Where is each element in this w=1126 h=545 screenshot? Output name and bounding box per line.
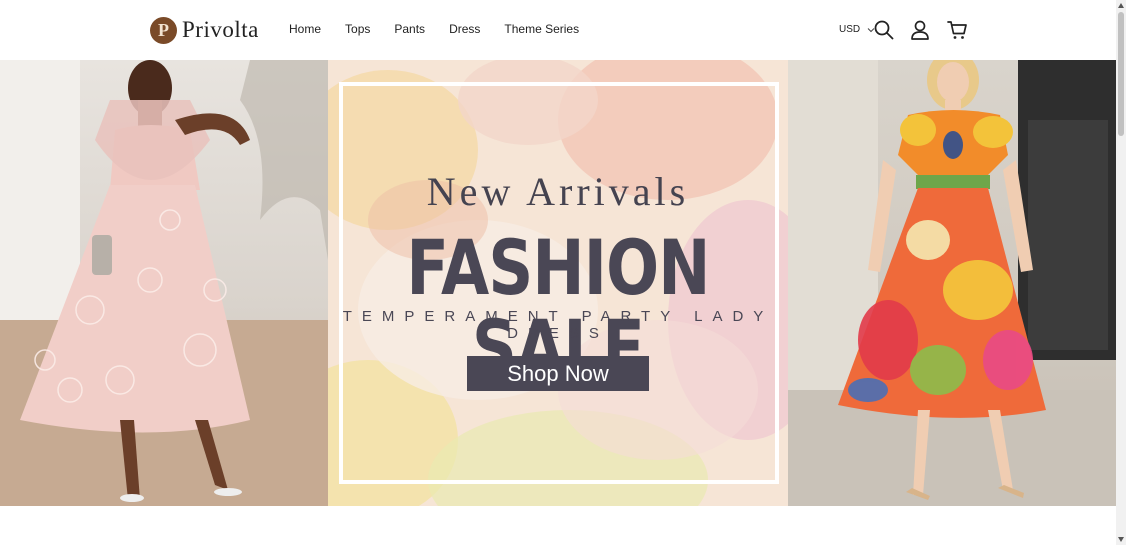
pink-dress-model-illustration	[0, 60, 328, 506]
hero-image-floral-dress[interactable]	[788, 60, 1116, 506]
scroll-up-icon[interactable]	[1118, 3, 1124, 8]
cart-icon[interactable]	[946, 19, 968, 41]
brand-name: Privolta	[182, 17, 259, 42]
nav-item-dress[interactable]: Dress	[449, 22, 480, 36]
floral-dress-model-illustration	[788, 60, 1116, 506]
main-nav: Home Tops Pants Dress Theme Series	[289, 22, 603, 36]
hero-heading: New Arrivals	[426, 169, 690, 214]
nav-item-home[interactable]: Home	[289, 22, 321, 36]
hero-image-pink-dress[interactable]	[0, 60, 328, 506]
nav-item-tops[interactable]: Tops	[345, 22, 370, 36]
page-scrollbar[interactable]	[1116, 0, 1126, 545]
logo-mark-icon: P	[150, 16, 177, 44]
scroll-thumb[interactable]	[1118, 12, 1124, 136]
nav-item-pants[interactable]: Pants	[394, 22, 425, 36]
search-icon[interactable]	[873, 19, 895, 41]
hero-promo: New Arrivals FASHION SALE TEMPERAMENT PA…	[328, 60, 788, 506]
currency-label: USD	[839, 24, 861, 35]
nav-item-theme-series[interactable]: Theme Series	[504, 22, 579, 36]
site-header: P Privolta Home Tops Pants Dress Theme S…	[0, 0, 1116, 60]
hero-subtitle: TEMPERAMENT PARTY LADY DRESS	[342, 308, 774, 342]
scroll-down-icon[interactable]	[1118, 537, 1124, 542]
brand-logo[interactable]: P Privolta	[150, 16, 259, 44]
account-icon[interactable]	[909, 19, 931, 41]
shop-now-button[interactable]: Shop Now	[467, 356, 649, 391]
currency-selector[interactable]: USD	[839, 24, 875, 35]
hero-banner: New Arrivals FASHION SALE TEMPERAMENT PA…	[0, 60, 1116, 506]
